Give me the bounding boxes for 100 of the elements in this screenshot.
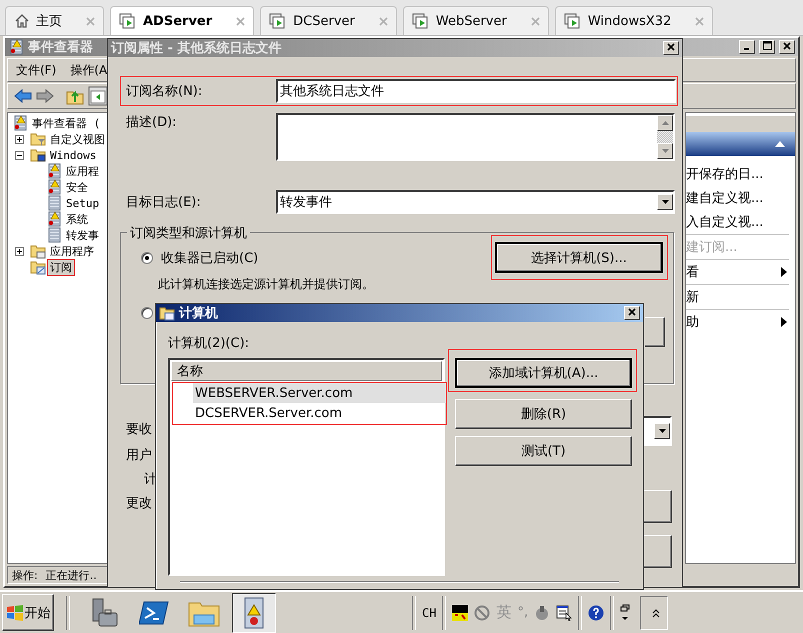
tab[interactable]: 主页 [5, 6, 104, 35]
close-icon [667, 43, 675, 51]
terminal-icon [139, 598, 169, 626]
dialog-button[interactable] [645, 317, 665, 347]
tree-item[interactable]: 系统 [64, 212, 90, 226]
vm-icon [269, 13, 288, 29]
close-icon [783, 42, 791, 50]
back-arrow-icon[interactable] [14, 88, 32, 104]
vm-icon [412, 13, 430, 29]
minimize-button[interactable] [739, 40, 755, 54]
log-warning-icon [8, 39, 24, 55]
field-label: 用户 [126, 447, 152, 465]
tree-item[interactable]: Windows [48, 148, 98, 162]
close-button[interactable] [663, 41, 679, 55]
list-label: 计算机(2)(C): [168, 335, 250, 352]
list-row[interactable]: WEBSERVER.Server.com [193, 383, 446, 403]
tree-item[interactable]: 应用程 [64, 164, 101, 178]
maximize-icon [762, 41, 772, 50]
tree-item[interactable]: 转发事 [64, 228, 101, 242]
dialog-button[interactable] [643, 490, 672, 523]
action-item[interactable]: 开保存的日... [686, 165, 764, 183]
dropdown-arrow-icon [662, 200, 668, 204]
description-field[interactable] [276, 113, 675, 161]
column-header[interactable]: 名称 [171, 361, 442, 381]
log-warning-icon [12, 115, 28, 131]
close-icon [628, 308, 636, 316]
dialog-button[interactable]: 测试(T) [455, 436, 632, 466]
help-icon[interactable] [588, 604, 604, 620]
tree-item[interactable]: 安全 [64, 180, 90, 194]
field-label: 更改 [126, 495, 152, 513]
menu-cursor-icon[interactable] [556, 604, 572, 620]
vm-icon [119, 13, 137, 29]
radio-label[interactable]: 收集器已启动(C) [161, 248, 258, 266]
action-item[interactable]: 新 [686, 288, 699, 306]
expand-toggle[interactable] [15, 134, 24, 144]
tab[interactable]: DCServer [260, 6, 397, 35]
tab-label: WebServer [436, 14, 507, 28]
log-icon [46, 227, 62, 243]
log-warning-icon [46, 211, 62, 227]
status-text: 正在进行.. [46, 568, 97, 582]
dropdown-arrow-icon [658, 429, 666, 433]
start-button[interactable]: 开始 [2, 594, 54, 631]
add-computer-button[interactable]: 添加域计算机(A)... [455, 358, 632, 388]
actions-header[interactable] [686, 132, 795, 156]
dropdown[interactable] [643, 416, 672, 446]
computer-list[interactable]: 名称 WEBSERVER.Server.com DCSERVER.Server.com [168, 358, 445, 576]
down-arrow-icon [662, 149, 668, 153]
expand-toggle[interactable] [15, 246, 24, 256]
window-title: 事件查看器 [28, 39, 93, 56]
radio-button[interactable] [141, 307, 153, 319]
menu-item[interactable]: 操作(A [70, 62, 108, 78]
tree-item[interactable]: 订阅 [48, 260, 74, 274]
prohibited-icon[interactable] [474, 604, 490, 620]
maximize-button[interactable] [759, 40, 775, 54]
windows-flag-icon [6, 604, 24, 620]
language-indicator[interactable]: CH [422, 606, 436, 620]
panel-icon[interactable] [88, 86, 108, 106]
field-label: 要收 [126, 421, 152, 439]
field-label: 订阅名称(N): [126, 83, 204, 100]
chevron-up-icon[interactable] [652, 608, 660, 618]
action-item[interactable]: 助 [686, 313, 699, 331]
select-computers-button[interactable]: 选择计算机(S)... [495, 242, 663, 273]
group-title: 订阅类型和源计算机 [127, 224, 250, 242]
tab-label: WindowsX32 [588, 14, 672, 28]
folder-monitor-icon [30, 147, 46, 163]
action-item[interactable]: 建自定义视... [686, 189, 764, 207]
tab[interactable]: WindowsX32 [554, 6, 714, 35]
dialog-button[interactable] [643, 535, 672, 568]
taskbar-button[interactable] [232, 592, 276, 632]
scroll-down-button[interactable] [657, 143, 673, 159]
tools-icon[interactable] [534, 604, 550, 620]
target-log-dropdown[interactable]: 转发事件 [276, 190, 675, 214]
close-button[interactable] [624, 306, 640, 320]
tab[interactable]: ADServer [110, 6, 254, 35]
folder-subscription-icon [30, 259, 46, 275]
tree-item[interactable]: Setup [64, 196, 102, 210]
scroll-up-button[interactable] [657, 115, 673, 131]
tree-item[interactable]: 事件查看器 ( [30, 116, 102, 130]
tab-label: ADServer [143, 14, 212, 28]
folder-window-icon [30, 243, 46, 259]
dialog-button[interactable]: 删除(R) [455, 399, 632, 429]
forward-arrow-icon[interactable] [36, 88, 54, 104]
collapse-arrow-icon[interactable] [775, 141, 785, 147]
action-item[interactable]: 看 [686, 263, 699, 281]
tree-item[interactable]: 应用程序 [48, 244, 96, 258]
ime-icon[interactable] [452, 604, 468, 620]
tab-label: DCServer [293, 14, 355, 28]
close-button[interactable] [779, 40, 795, 54]
collapse-toggle[interactable] [15, 150, 24, 160]
menu-item[interactable]: 文件(F) [16, 62, 56, 78]
name-field[interactable]: 其他系统日志文件 [276, 79, 676, 103]
action-item[interactable]: 入自定义视... [686, 213, 764, 231]
tree-item[interactable]: 自定义视图 [48, 132, 107, 146]
home-icon [14, 13, 30, 29]
status-label: 操作: [12, 568, 38, 582]
log-warning-icon [46, 163, 62, 179]
list-row[interactable]: DCSERVER.Server.com [193, 403, 446, 423]
radio-button[interactable] [141, 252, 153, 264]
tab[interactable]: WebServer [402, 6, 549, 35]
restore-icon[interactable] [620, 604, 630, 622]
